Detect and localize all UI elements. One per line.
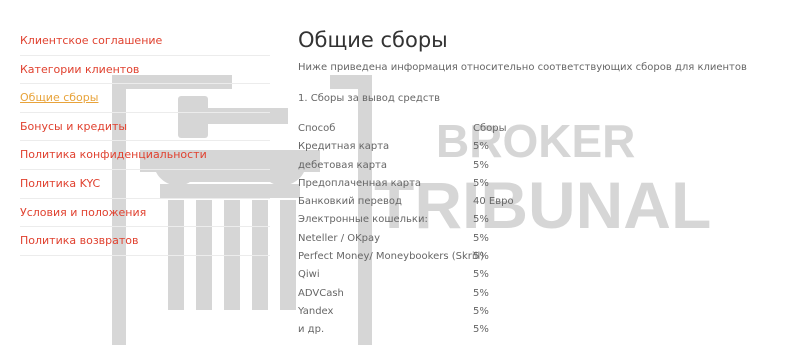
fee-value: 5%	[473, 324, 489, 336]
intro-text: Ниже приведена информация относительно с…	[298, 62, 747, 73]
sidebar-item-privacy-policy[interactable]: Политика конфиденциальности	[20, 141, 270, 170]
fee-value: 5%	[473, 141, 489, 153]
main-content: Общие сборы Ниже приведена информация от…	[298, 24, 788, 340]
fee-value: 5%	[473, 177, 489, 189]
fee-method: Банковкий перевод	[298, 196, 402, 208]
table-row: Yandex 5%	[298, 303, 788, 321]
table-row: Предоплаченная карта 5%	[298, 175, 788, 193]
sidebar-item-terms-conditions[interactable]: Условия и положения	[20, 199, 270, 228]
sidebar-item-kyc-policy[interactable]: Политика KYC	[20, 170, 270, 199]
table-row: Perfect Money/ Moneybookers (Skrill) 5%	[298, 248, 788, 266]
table-row: ADVCash 5%	[298, 285, 788, 303]
table-row: Кредитная карта 5%	[298, 138, 788, 156]
fee-method: Электронные кошельки:	[298, 214, 428, 226]
fee-value: 40 Евро	[473, 196, 514, 208]
fee-method: Neteller / OKpay	[298, 232, 381, 244]
sidebar-item-client-agreement[interactable]: Клиентское соглашение	[20, 27, 270, 56]
fee-value: 5%	[473, 305, 489, 317]
fee-value: 5%	[473, 159, 489, 171]
fees-header-row: Способ Сборы	[298, 120, 788, 138]
fee-method: Yandex	[298, 305, 334, 317]
sidebar-item-bonuses-credits[interactable]: Бонусы и кредиты	[20, 113, 270, 142]
section-title: 1. Сборы за вывод средств	[298, 93, 441, 104]
sidebar-item-client-categories[interactable]: Категории клиентов	[20, 56, 270, 85]
sidebar-item-general-fees[interactable]: Общие сборы	[20, 84, 270, 113]
page-title: Общие сборы	[298, 28, 448, 52]
fee-value: 5%	[473, 232, 489, 244]
fee-value: 5%	[473, 251, 489, 263]
table-row: Электронные кошельки: 5%	[298, 211, 788, 229]
sidebar-item-refund-policy[interactable]: Политика возвратов	[20, 227, 270, 256]
fee-method: ADVCash	[298, 287, 344, 299]
table-row: Qiwi 5%	[298, 266, 788, 284]
sidebar-nav: Клиентское соглашение Категории клиентов…	[20, 27, 270, 256]
fee-value: 5%	[473, 214, 489, 226]
fee-value: 5%	[473, 269, 489, 281]
fee-value: 5%	[473, 287, 489, 299]
fee-method: Qiwi	[298, 269, 320, 281]
fee-method: и др.	[298, 324, 325, 336]
column-header-method: Способ	[298, 123, 336, 134]
table-row: и др. 5%	[298, 321, 788, 339]
fees-table: Способ Сборы Кредитная карта 5% дебетова…	[298, 120, 788, 340]
column-header-fee: Сборы	[473, 123, 507, 134]
fee-method: Предоплаченная карта	[298, 177, 422, 189]
table-row: Neteller / OKpay 5%	[298, 230, 788, 248]
fee-method: Кредитная карта	[298, 141, 390, 153]
fee-method: Perfect Money/ Moneybookers (Skrill)	[298, 251, 485, 263]
fee-method: дебетовая карта	[298, 159, 388, 171]
table-row: дебетовая карта 5%	[298, 157, 788, 175]
table-row: Банковкий перевод 40 Евро	[298, 193, 788, 211]
